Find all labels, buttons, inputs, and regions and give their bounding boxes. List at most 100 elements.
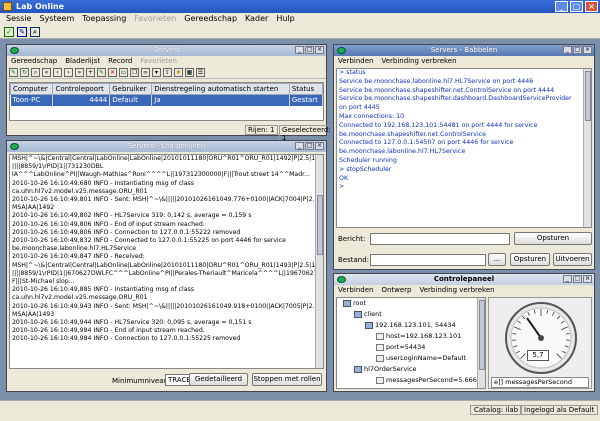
- tree-node[interactable]: client: [339, 309, 485, 320]
- tree-node[interactable]: messagesPerSecond=5.666666: [339, 375, 485, 386]
- maximize-button[interactable]: □: [570, 1, 583, 12]
- servers-menu-favorieten[interactable]: Favorieten: [140, 56, 177, 66]
- servers-menu-bladerlijst[interactable]: Bladerlijst: [65, 56, 100, 66]
- text-line: be.moonchase.shapeshifter.net.ControlSer…: [339, 130, 487, 138]
- browse-file-button[interactable]: ...: [488, 253, 506, 266]
- text-line: Service be.moonchase.shapeshifter.net.Co…: [339, 86, 555, 94]
- check-icon[interactable]: ✓: [4, 26, 14, 37]
- column-header[interactable]: Gebruiker: [109, 83, 153, 95]
- menu-sessie[interactable]: Sessie: [6, 13, 31, 25]
- eye-icon: [10, 47, 19, 54]
- tree-scrollbar[interactable]: [477, 298, 485, 388]
- servers-menu-gereedschap[interactable]: Gereedschap: [11, 56, 57, 66]
- grid-icon[interactable]: ▦: [185, 67, 194, 77]
- send-file-button[interactable]: Opsturen: [510, 253, 550, 266]
- console-menu-verbinding-verbreken[interactable]: Verbinding verbreken: [381, 56, 456, 66]
- column-header[interactable]: Status: [288, 83, 324, 95]
- console-output[interactable]: > status Service be.moonchase.labonline.h…: [336, 68, 592, 228]
- tree-node[interactable]: host=192.168.123.101: [339, 331, 485, 342]
- star-icon[interactable]: ★: [174, 67, 183, 77]
- copy-icon[interactable]: ❐: [130, 67, 139, 77]
- search-icon[interactable]: ⌕: [31, 67, 40, 77]
- frame-maximize-button[interactable]: □: [573, 46, 582, 54]
- menu-icon[interactable]: ☰: [196, 67, 205, 77]
- folder-icon: [354, 365, 362, 373]
- stop-rolling-button[interactable]: Stoppen met rollen: [252, 373, 322, 386]
- servers-menu-record[interactable]: Record: [108, 56, 132, 66]
- menu-toepassing[interactable]: Toepassing: [82, 13, 126, 25]
- frame-maximize-button[interactable]: □: [305, 142, 314, 150]
- tree-node[interactable]: root: [339, 298, 485, 309]
- main-toolbar: ✓ ✎ ⌕: [0, 25, 600, 39]
- menu-favorieten[interactable]: Favorieten: [134, 13, 176, 25]
- previous-record-icon[interactable]: ‹: [53, 67, 62, 77]
- folder-icon: [365, 321, 373, 329]
- tree-node[interactable]: hl7OrderService: [339, 364, 485, 375]
- text-line: on port 4445: [339, 104, 380, 112]
- console-menu-verbinden[interactable]: Verbinden: [338, 56, 373, 66]
- menu-gereedschap[interactable]: Gereedschap: [184, 13, 237, 25]
- close-button[interactable]: ×: [585, 1, 598, 12]
- frame-close-button[interactable]: ×: [583, 46, 592, 54]
- document-icon[interactable]: ▭: [119, 67, 128, 77]
- tree-node[interactable]: userLoginName=Default: [339, 353, 485, 364]
- message-input[interactable]: [370, 233, 510, 245]
- frame-minimize-button[interactable]: _: [563, 46, 572, 54]
- execute-button[interactable]: Uitvoeren: [553, 253, 592, 266]
- frame-close-button[interactable]: ×: [315, 46, 324, 54]
- tree-node-label: hl7OrderService: [364, 365, 417, 373]
- console-scrollbar[interactable]: [583, 69, 591, 227]
- log-textarea[interactable]: MSH|^~\&|Central|Central|LabOnline|LabOn…: [9, 154, 324, 369]
- folder-icon: [343, 299, 351, 307]
- frame-minimize-button[interactable]: _: [563, 275, 572, 283]
- column-header[interactable]: Dienstregeling automatisch starten: [151, 83, 290, 95]
- export-icon[interactable]: ⇪: [163, 67, 172, 77]
- control-menu-ontwerp[interactable]: Ontwerp: [381, 285, 411, 295]
- detailed-button[interactable]: Gedetailleerd: [189, 373, 248, 386]
- send-message-button[interactable]: Opsturen: [514, 232, 592, 245]
- table-row[interactable]: Toon-PC 4444 Default Ja Gestart: [10, 94, 324, 106]
- tree-node[interactable]: 192.168.123.101, 54434: [339, 320, 485, 331]
- edit-icon[interactable]: ✎: [9, 67, 18, 77]
- filter-icon[interactable]: ▾: [152, 67, 161, 77]
- text-line: 2010-10-26 16:10:49,847 INFO - Received:: [12, 253, 145, 261]
- edit-icon[interactable]: ✎: [17, 26, 27, 37]
- tree-node[interactable]: totalMessages=312: [339, 386, 485, 388]
- control-menu-verbinden[interactable]: Verbinden: [338, 285, 373, 295]
- frame-maximize-button[interactable]: □: [573, 275, 582, 283]
- tree-node[interactable]: port=54434: [339, 342, 485, 353]
- menu-systeem[interactable]: Systeem: [39, 13, 74, 25]
- minimize-button[interactable]: _: [555, 1, 568, 12]
- tree-view[interactable]: root client 192.168.123.101, 54434 host=192…: [336, 297, 486, 389]
- menu-hulp[interactable]: Hulp: [276, 13, 294, 25]
- frame-minimize-button[interactable]: _: [295, 142, 304, 150]
- table-cell: 4444: [52, 94, 111, 106]
- pencil-icon[interactable]: ✎: [97, 67, 106, 77]
- control-menu-verbinding-verbreken[interactable]: Verbinding verbreken: [420, 285, 495, 295]
- search-icon[interactable]: ⌕: [30, 26, 40, 37]
- app-titlebar: Lab Online _ □ ×: [0, 0, 600, 13]
- text-line: MSA|AA|1493: [12, 310, 55, 318]
- last-record-icon[interactable]: »: [75, 67, 84, 77]
- text-line: 2010-10-26 16:10:49,806 INFO - End of in…: [12, 220, 205, 228]
- delete-icon[interactable]: ✕: [108, 67, 117, 77]
- tree-node-label: 192.168.123.101, 54434: [375, 321, 456, 329]
- menu-kader[interactable]: Kader: [245, 13, 268, 25]
- frame-close-button[interactable]: ×: [315, 142, 324, 150]
- next-record-icon[interactable]: ›: [64, 67, 73, 77]
- new-record-icon[interactable]: +: [86, 67, 95, 77]
- first-record-icon[interactable]: «: [42, 67, 51, 77]
- table-cell: Default: [109, 94, 153, 106]
- column-header[interactable]: Controlepoort: [52, 83, 111, 95]
- link-icon[interactable]: ∞: [141, 67, 150, 77]
- file-input[interactable]: [370, 254, 486, 266]
- frame-maximize-button[interactable]: □: [305, 46, 314, 54]
- text-line: 2010-10-26 16:10:49,944 INFO - HL7Servic…: [12, 319, 252, 327]
- servers-toolbar: ✎ ↻ ⌕ « ‹ › » + ✎ ✕ ▭ ❐ ∞ ▾ ⇪ ★ ▦ ☰: [7, 66, 326, 79]
- refresh-icon[interactable]: ↻: [20, 67, 29, 77]
- log-scrollbar[interactable]: [315, 155, 323, 368]
- column-header[interactable]: Computer: [9, 83, 54, 95]
- frame-close-button[interactable]: ×: [583, 275, 592, 283]
- text-line: ||||8859/1\rPID|1||731230DBL: [12, 163, 104, 171]
- frame-minimize-button[interactable]: _: [295, 46, 304, 54]
